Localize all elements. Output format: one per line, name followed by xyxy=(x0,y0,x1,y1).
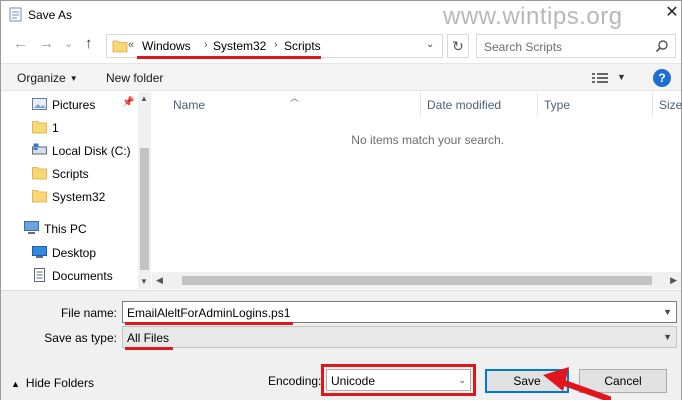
documents-icon xyxy=(34,268,45,282)
chevron-right-icon: › xyxy=(274,39,278,51)
view-options-icon[interactable] xyxy=(592,72,608,84)
scroll-up-icon[interactable]: ▲ xyxy=(140,94,148,103)
column-divider[interactable] xyxy=(537,92,538,116)
file-name-input[interactable]: EmailAleltForAdminLogins.ps1 ▼ xyxy=(122,301,677,323)
nav-label: 1 xyxy=(52,121,59,135)
column-header-name[interactable]: Name xyxy=(173,98,205,112)
file-list[interactable]: ︿ Name Date modified Type Size No items … xyxy=(152,92,682,289)
watermark: www.wintips.org xyxy=(443,3,623,30)
view-dropdown-icon[interactable]: ▼ xyxy=(617,72,626,82)
save-as-type-label: Save as type: xyxy=(44,331,117,345)
organize-button[interactable]: Organize ▼ xyxy=(17,71,78,85)
nav-label: Documents xyxy=(52,269,113,283)
file-name-value: EmailAleltForAdminLogins.ps1 xyxy=(127,306,291,320)
column-divider[interactable] xyxy=(652,92,653,116)
file-list-horizontal-scrollbar[interactable]: ◀ ▶ xyxy=(152,272,681,289)
title-bar: Save As www.wintips.org ✕ xyxy=(1,1,681,30)
breadcrumb-system32[interactable]: System32 xyxy=(213,39,266,53)
hide-folders-label: Hide Folders xyxy=(25,376,94,390)
caret-down-icon: ▼ xyxy=(69,74,78,83)
breadcrumb-scripts[interactable]: Scripts xyxy=(284,39,321,53)
nav-label: Scripts xyxy=(52,167,89,181)
notepad-icon xyxy=(9,7,22,22)
chevron-down-icon[interactable]: ▼ xyxy=(663,307,672,317)
scroll-left-icon[interactable]: ◀ xyxy=(156,275,163,286)
nav-item-local-disk[interactable]: Local Disk (C:) xyxy=(1,140,137,162)
save-as-type-value: All Files xyxy=(127,331,170,345)
navpane-vertical-scrollbar[interactable]: ▲ ▼ xyxy=(138,92,151,289)
search-placeholder: Search Scripts xyxy=(484,40,563,54)
navigation-pane: Pictures 📌 1 Local Disk (C:) Scripts Sys… xyxy=(1,92,151,289)
folder-icon xyxy=(112,40,128,53)
search-icon xyxy=(655,40,668,53)
folder-icon xyxy=(32,190,47,203)
save-as-dialog: Save As www.wintips.org ✕ ← → ⌄ ↑ « Wind… xyxy=(0,0,682,400)
file-name-label: File name: xyxy=(60,306,117,320)
nav-item-this-pc[interactable]: This PC xyxy=(1,218,137,240)
pictures-icon xyxy=(32,98,47,110)
folder-icon xyxy=(32,167,47,180)
chevron-down-icon[interactable]: ▼ xyxy=(663,332,672,342)
nav-label: Local Disk (C:) xyxy=(52,144,131,158)
annotation-arrow-icon xyxy=(543,367,611,400)
search-box[interactable]: Search Scripts xyxy=(476,34,676,58)
save-as-type-highlight-underline xyxy=(125,347,173,350)
new-folder-button[interactable]: New folder xyxy=(106,71,163,85)
address-dropdown-icon[interactable]: ⌄ xyxy=(426,39,434,50)
pin-icon[interactable]: 📌 xyxy=(122,97,134,108)
address-highlight-underline xyxy=(137,56,321,59)
scroll-down-icon[interactable]: ▼ xyxy=(140,277,148,286)
organize-label: Organize xyxy=(17,71,66,85)
column-header-size[interactable]: Size xyxy=(659,98,682,112)
encoding-highlight-box xyxy=(321,364,476,396)
nav-label: Desktop xyxy=(52,246,97,260)
scroll-right-icon[interactable]: ▶ xyxy=(670,275,677,286)
nav-item-pictures[interactable]: Pictures 📌 xyxy=(1,94,137,116)
chevron-right-icon: › xyxy=(204,39,208,51)
empty-folder-message: No items match your search. xyxy=(351,133,504,147)
column-header-date-modified[interactable]: Date modified xyxy=(427,98,501,112)
help-icon[interactable]: ? xyxy=(653,69,671,87)
encoding-label: Encoding: xyxy=(268,374,322,388)
nav-label: This PC xyxy=(44,222,87,236)
nav-item-scripts[interactable]: Scripts xyxy=(1,163,137,185)
hide-folders-button[interactable]: ▲ Hide Folders xyxy=(11,376,94,390)
nav-item-system32[interactable]: System32 xyxy=(1,186,137,208)
nav-label: System32 xyxy=(52,190,106,204)
sort-ascending-icon: ︿ xyxy=(290,93,300,103)
computer-icon xyxy=(24,221,39,234)
back-arrow-icon[interactable]: ← xyxy=(13,35,28,53)
forward-arrow-icon[interactable]: → xyxy=(39,35,54,53)
breadcrumb-windows[interactable]: Windows xyxy=(142,39,191,53)
close-icon[interactable]: ✕ xyxy=(663,4,681,22)
nav-item-desktop[interactable]: Desktop xyxy=(1,242,137,264)
refresh-icon[interactable]: ↻ xyxy=(447,34,469,58)
scrollbar-thumb[interactable] xyxy=(140,148,149,270)
column-divider[interactable] xyxy=(420,92,421,116)
recent-locations-chevron-icon[interactable]: ⌄ xyxy=(64,35,73,53)
nav-item-1[interactable]: 1 xyxy=(1,117,137,139)
command-bar: Organize ▼ New folder ▼ ? xyxy=(1,63,681,91)
column-header-type[interactable]: Type xyxy=(544,98,570,112)
window-title: Save As xyxy=(28,8,73,22)
file-name-highlight-underline xyxy=(125,322,293,325)
nav-item-documents[interactable]: Documents xyxy=(1,265,137,287)
drive-icon xyxy=(32,143,47,155)
caret-up-icon: ▲ xyxy=(11,379,20,389)
nav-label: Pictures xyxy=(52,98,96,112)
breadcrumb-overflow[interactable]: « xyxy=(128,39,134,51)
scrollbar-thumb[interactable] xyxy=(182,276,652,285)
up-arrow-icon[interactable]: ↑ xyxy=(85,35,93,53)
desktop-icon xyxy=(32,246,47,258)
save-as-type-select[interactable]: All Files ▼ xyxy=(122,326,677,348)
address-bar[interactable]: « Windows › System32 › Scripts xyxy=(106,34,443,58)
folder-icon xyxy=(32,121,47,134)
